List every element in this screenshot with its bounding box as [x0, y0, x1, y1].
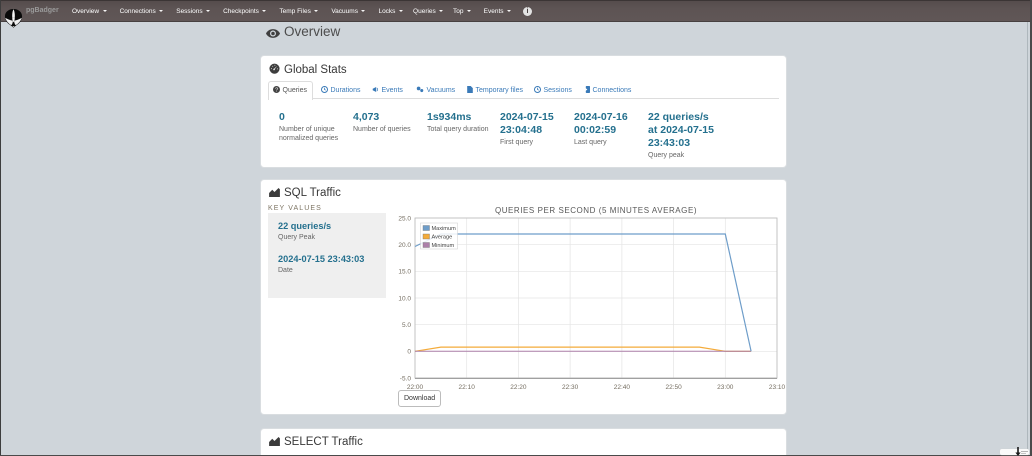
svg-text:22:50: 22:50	[665, 384, 682, 391]
svg-text:22:30: 22:30	[562, 384, 579, 391]
svg-text:22:10: 22:10	[459, 384, 476, 391]
svg-text:23:00: 23:00	[717, 384, 734, 391]
svg-text:Maximum: Maximum	[432, 226, 457, 232]
svg-text:Minimum: Minimum	[432, 243, 455, 249]
svg-text:?: ?	[275, 87, 278, 93]
svg-text:20.0: 20.0	[398, 242, 411, 249]
svg-text:15.0: 15.0	[398, 269, 411, 276]
svg-text:25.0: 25.0	[398, 215, 411, 222]
svg-text:22:20: 22:20	[510, 384, 527, 391]
svg-text:5.0: 5.0	[402, 322, 411, 329]
svg-text:10.0: 10.0	[398, 295, 411, 302]
svg-text:0: 0	[407, 349, 411, 356]
svg-text:Average: Average	[432, 235, 453, 241]
svg-text:QUERIES PER SECOND (5 MINUTES: QUERIES PER SECOND (5 MINUTES AVERAGE)	[495, 206, 697, 215]
svg-text:-5.0: -5.0	[400, 375, 412, 382]
svg-text:23:10: 23:10	[769, 384, 786, 391]
svg-text:22:40: 22:40	[614, 384, 631, 391]
